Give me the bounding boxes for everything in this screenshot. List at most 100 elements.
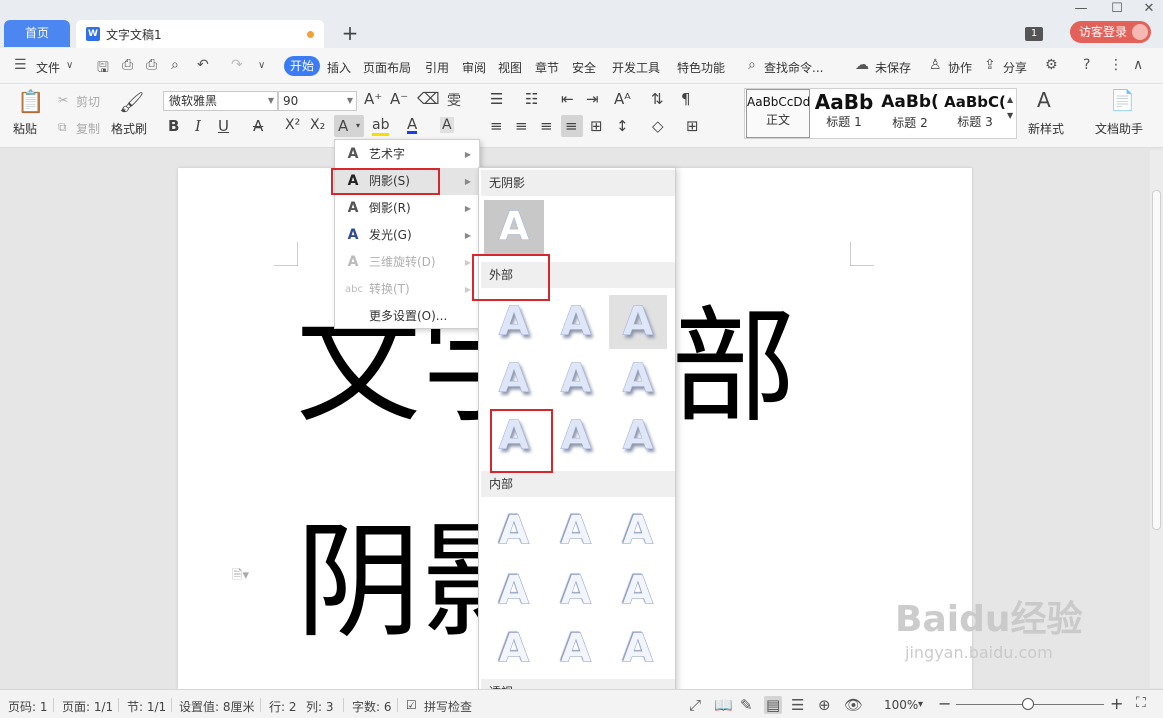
- share-icon[interactable]: ⇪: [984, 57, 996, 73]
- new-style-icon[interactable]: A: [1037, 88, 1051, 112]
- chevron-down-icon[interactable]: ▼: [1007, 111, 1013, 120]
- maximize-icon[interactable]: ☐: [1107, 1, 1127, 16]
- menu-file[interactable]: 文件: [36, 59, 60, 76]
- format-painter-icon[interactable]: 🖌: [119, 90, 144, 114]
- align-left-icon[interactable]: ≡: [490, 117, 503, 135]
- menu-item-word-art[interactable]: A 艺术字 ▶: [335, 141, 479, 168]
- copy-button[interactable]: 复制: [76, 120, 100, 137]
- more-icon[interactable]: ⋮: [1109, 57, 1123, 73]
- tab-insert[interactable]: 插入: [327, 59, 351, 76]
- minimize-icon[interactable]: —: [1071, 1, 1091, 16]
- read-mode-icon[interactable]: 📖: [714, 696, 733, 714]
- outer-shadow-option[interactable]: A: [547, 352, 605, 406]
- unsaved-status[interactable]: 未保存: [875, 59, 911, 76]
- font-color-icon[interactable]: A: [407, 117, 418, 134]
- text-effect-icon[interactable]: A: [338, 117, 348, 135]
- status-row[interactable]: 行: 2: [269, 698, 297, 715]
- increase-indent-icon[interactable]: ⇥: [586, 90, 599, 108]
- cloud-icon[interactable]: ☁: [855, 57, 869, 73]
- outer-shadow-option[interactable]: A: [609, 295, 667, 349]
- clear-format-icon[interactable]: ⌫: [417, 89, 440, 108]
- show-marks-icon[interactable]: ¶: [681, 90, 691, 108]
- inner-shadow-option[interactable]: A: [609, 622, 667, 676]
- grow-font-icon[interactable]: A⁺: [364, 90, 382, 108]
- shading-icon[interactable]: ◇: [652, 117, 664, 135]
- shrink-font-icon[interactable]: A⁻: [390, 90, 408, 108]
- close-icon[interactable]: ✕: [1139, 1, 1159, 16]
- tab-document[interactable]: W 文字文稿1: [76, 20, 324, 48]
- inner-shadow-option[interactable]: A: [485, 622, 543, 676]
- spell-check-button[interactable]: 拼写检查: [424, 698, 472, 715]
- style-heading-1[interactable]: AaBb 标题 1: [812, 89, 876, 138]
- inner-shadow-option[interactable]: A: [609, 564, 667, 618]
- line-spacing-icon[interactable]: ↕: [616, 117, 629, 135]
- help-icon[interactable]: ?: [1083, 57, 1090, 73]
- vertical-scrollbar[interactable]: [1150, 150, 1163, 688]
- numbering-icon[interactable]: ☷: [525, 90, 538, 108]
- spell-check-icon[interactable]: ☑: [406, 698, 417, 712]
- collaborate-icon[interactable]: ♙: [929, 57, 942, 73]
- font-size-select[interactable]: 90 ▼: [278, 91, 357, 111]
- share-button[interactable]: 分享: [1003, 59, 1027, 76]
- doc-helper-icon[interactable]: 📄: [1110, 88, 1135, 112]
- strikethrough-icon[interactable]: A: [253, 117, 263, 135]
- inner-shadow-option[interactable]: A: [547, 622, 605, 676]
- style-heading-2[interactable]: AaBb( 标题 2: [878, 89, 942, 138]
- zoom-slider-thumb[interactable]: [1022, 698, 1034, 710]
- fit-window-icon[interactable]: ⛶: [1136, 695, 1146, 711]
- redo-icon[interactable]: ↷: [231, 57, 243, 73]
- print-icon[interactable]: ⎙: [146, 57, 157, 73]
- borders-icon[interactable]: ⊞: [686, 117, 699, 135]
- new-tab-button[interactable]: +: [338, 20, 362, 46]
- chevron-down-icon[interactable]: ∨: [66, 60, 73, 71]
- bold-icon[interactable]: B: [168, 117, 179, 135]
- collapse-ribbon-icon[interactable]: ∧: [1133, 57, 1143, 73]
- sort-icon[interactable]: ⇅: [651, 90, 664, 108]
- shadow-none-option[interactable]: A: [484, 200, 544, 256]
- style-normal[interactable]: AaBbCcDd 正文: [746, 89, 810, 138]
- chevron-down-icon[interactable]: ▾: [918, 699, 923, 710]
- print-preview-icon[interactable]: ⌕: [171, 57, 179, 73]
- align-right-icon[interactable]: ≡: [540, 117, 553, 135]
- tab-features[interactable]: 特色功能: [677, 59, 725, 76]
- bullets-icon[interactable]: ☰: [490, 90, 503, 108]
- paste-button[interactable]: 粘贴: [13, 120, 37, 137]
- tab-security[interactable]: 安全: [572, 59, 596, 76]
- outer-shadow-option[interactable]: A: [547, 295, 605, 349]
- outline-view-icon[interactable]: ☰: [791, 696, 804, 714]
- outer-shadow-option[interactable]: A: [485, 295, 543, 349]
- font-name-select[interactable]: 微软雅黑 ▼: [163, 91, 278, 111]
- eye-protect-icon[interactable]: 👁: [844, 696, 863, 714]
- copy-icon[interactable]: ⧉: [58, 120, 67, 135]
- tab-review[interactable]: 审阅: [462, 59, 486, 76]
- zoom-level[interactable]: 100%: [884, 698, 918, 712]
- search-icon[interactable]: ⌕: [748, 57, 756, 73]
- inner-shadow-option[interactable]: A: [609, 504, 667, 558]
- window-count-badge[interactable]: 1: [1025, 27, 1043, 41]
- tab-view[interactable]: 视图: [498, 59, 522, 76]
- subscript-icon[interactable]: X₂: [310, 117, 325, 133]
- paragraph-handle-icon[interactable]: 🗎▾: [232, 566, 249, 588]
- doc-helper-button[interactable]: 文档助手: [1095, 120, 1143, 137]
- char-shading-icon[interactable]: A: [440, 117, 454, 133]
- settings-icon[interactable]: ⚙: [1045, 57, 1058, 73]
- focus-mode-icon[interactable]: ⤢: [689, 696, 701, 714]
- change-case-icon[interactable]: Aᴬ: [614, 90, 631, 108]
- inner-shadow-option[interactable]: A: [547, 504, 605, 558]
- zoom-out-icon[interactable]: −: [938, 694, 951, 713]
- paste-icon[interactable]: 📋: [17, 90, 44, 115]
- chevron-up-icon[interactable]: ▲: [1007, 95, 1013, 104]
- distributed-icon[interactable]: ⊞: [590, 117, 603, 135]
- outer-shadow-option[interactable]: A: [547, 409, 605, 463]
- outer-shadow-option[interactable]: A: [485, 352, 543, 406]
- status-column[interactable]: 列: 3: [306, 698, 334, 715]
- new-style-button[interactable]: 新样式: [1028, 120, 1064, 137]
- align-center-icon[interactable]: ≡: [515, 117, 528, 135]
- menu-item-reflection[interactable]: A 倒影(R) ▶: [335, 195, 479, 222]
- status-page-code[interactable]: 页码: 1: [8, 698, 48, 715]
- chevron-down-icon[interactable]: ▾: [356, 121, 360, 130]
- justify-icon[interactable]: ≡: [565, 117, 578, 135]
- hamburger-menu-icon[interactable]: ☰: [14, 57, 27, 73]
- scrollbar-thumb[interactable]: [1152, 190, 1161, 530]
- export-pdf-icon[interactable]: ⎙: [122, 57, 133, 73]
